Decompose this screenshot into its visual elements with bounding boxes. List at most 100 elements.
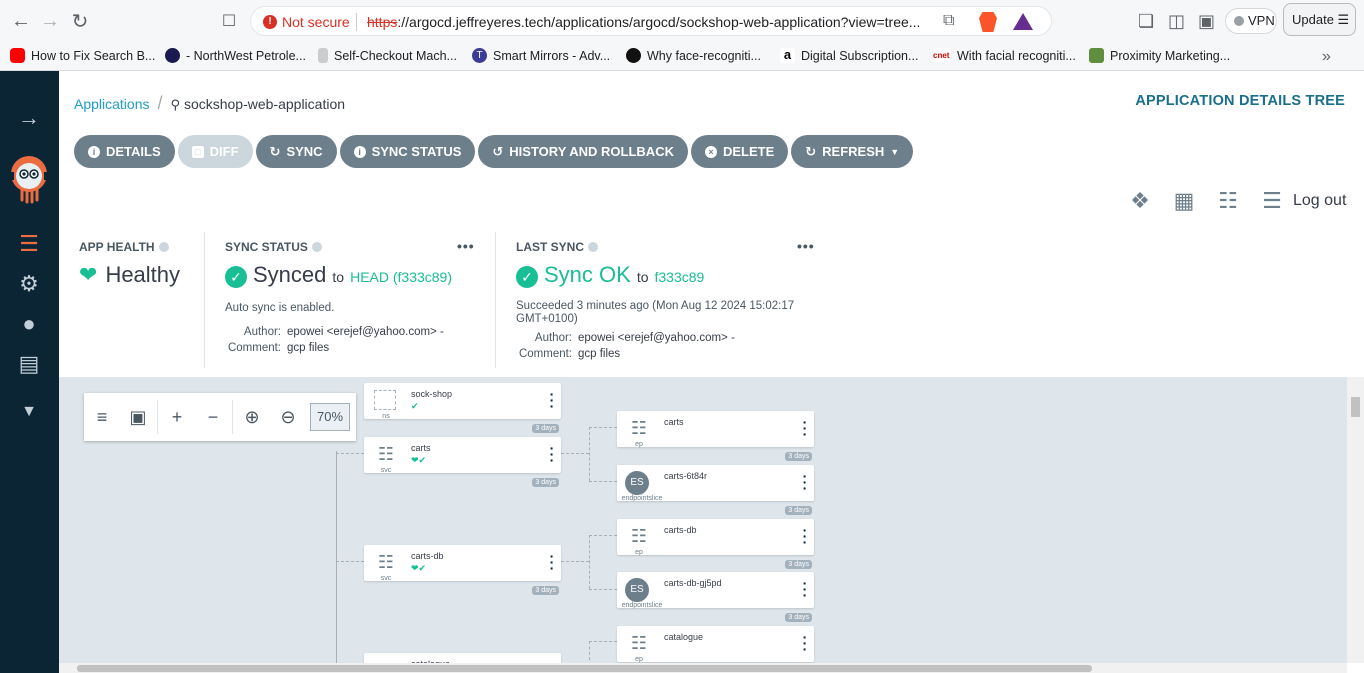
sync-status-button[interactable]: i SYNC STATUS [339, 135, 476, 168]
resource-node-endpointslice[interactable]: ES endpointslice carts-6t84r · · · 3 days [617, 465, 814, 515]
resource-node-namespace[interactable]: ns sock-shop ✔ · · · 3 days [364, 383, 561, 433]
align-icon[interactable]: ≡ [84, 407, 120, 428]
resource-node-endpointslice[interactable]: ES endpointslice carts-db-gj5pd · · · 3 da… [617, 572, 814, 622]
tree-edge [589, 481, 617, 482]
more-options-icon[interactable]: ••• [457, 238, 475, 254]
node-age: 3 days [785, 506, 812, 515]
delete-button[interactable]: × DELETE [690, 135, 789, 168]
bookmark-item[interactable]: a Digital Subscription... [780, 48, 918, 63]
resource-node-service[interactable]: ☷ svc carts-db ❤✔ · · · 3 days [364, 545, 561, 595]
pods-view-icon[interactable]: ▦ [1171, 189, 1197, 213]
bookmark-item[interactable]: Self-Checkout Mach... [318, 48, 457, 63]
bookmark-item[interactable]: Proximity Marketing... [1089, 48, 1230, 63]
url-scheme: https [367, 14, 398, 30]
sidebar-toggle-icon[interactable]: ◫ [1168, 11, 1185, 32]
help-icon[interactable] [588, 242, 599, 252]
collapse-all-icon[interactable]: − [195, 407, 231, 428]
node-menu-icon[interactable]: · · · [549, 441, 555, 467]
url-text[interactable]: https://argocd.jeffreyeres.tech/applicat… [367, 14, 932, 30]
scrollbar-thumb[interactable] [77, 665, 1092, 672]
zoom-level-display[interactable]: 70% [310, 403, 350, 431]
more-bookmarks-icon[interactable]: » [1322, 48, 1331, 66]
succeeded-text: Succeeded 3 minutes ago (Mon Aug 12 2024… [516, 300, 795, 325]
brave-rewards-icon[interactable] [1013, 13, 1033, 30]
zoom-out-icon[interactable]: ⊖ [270, 407, 306, 428]
info-icon: i [88, 145, 100, 158]
update-button[interactable]: Update ☰ [1283, 3, 1356, 36]
comment-value: gcp files [578, 348, 621, 360]
resource-node-endpoint[interactable]: ☷ ep carts · · · 3 days [617, 411, 814, 461]
author-value: epowei <erejef@yahoo.com> - [578, 332, 735, 344]
node-menu-icon[interactable]: · · · [549, 549, 555, 575]
bookmark-icon[interactable]: ☐ [217, 9, 241, 33]
filter-icon[interactable]: ▼ [16, 399, 42, 425]
reload-icon[interactable]: ↻ [68, 9, 92, 33]
logout-link[interactable]: Log out [1293, 192, 1346, 210]
zoom-in-icon[interactable]: ⊕ [234, 407, 270, 428]
panel-divider [495, 232, 496, 368]
heart-icon: ❤ [79, 262, 98, 287]
diff-button[interactable]: □ DIFF [177, 135, 253, 168]
help-icon[interactable] [311, 242, 322, 252]
node-menu-icon[interactable]: · · · [802, 576, 808, 602]
docs-icon[interactable]: ▤ [16, 351, 42, 377]
extensions-icon[interactable]: ❏ [1138, 11, 1154, 32]
resource-node-service[interactable]: ☷ catalogue [364, 653, 561, 663]
node-menu-icon[interactable]: · · · [802, 469, 808, 495]
app-health-panel: APP HEALTH ❤ Healthy [79, 240, 180, 288]
details-button[interactable]: i DETAILS [74, 135, 175, 168]
vertical-scrollbar[interactable] [1347, 377, 1364, 663]
fit-screen-icon[interactable]: ▣ [120, 407, 156, 428]
resource-node-service[interactable]: ☷ svc carts ❤✔ · · · 3 days [364, 437, 561, 487]
node-menu-icon[interactable]: · · · [549, 387, 555, 413]
resource-tree-graph[interactable]: ≡ ▣ + − ⊕ ⊖ 70% ns sock-shop ✔ · · · 3 day… [59, 377, 1347, 663]
shopify-icon [1089, 48, 1104, 63]
bookmark-item[interactable]: Why face-recogniti... [626, 48, 761, 63]
vpn-button[interactable]: VPN [1225, 8, 1277, 34]
node-menu-icon[interactable]: · · · [802, 523, 808, 549]
network-view-icon[interactable]: ☷ [1215, 189, 1241, 213]
bookmark-item[interactable]: - NorthWest Petrole... [165, 48, 306, 63]
history-rollback-button[interactable]: ↺ HISTORY AND ROLLBACK [478, 135, 688, 168]
sync-button[interactable]: ↻ SYNC [255, 135, 337, 168]
breadcrumb-current[interactable]: sockshop-web-application [184, 96, 345, 112]
expand-sidebar-icon[interactable]: → [16, 105, 42, 131]
user-icon[interactable]: ● [16, 311, 42, 337]
horizontal-scrollbar[interactable] [59, 663, 1347, 673]
node-age: 3 days [532, 478, 559, 487]
node-menu-icon[interactable]: · · · [802, 630, 808, 656]
brave-shield-icon[interactable] [979, 12, 997, 32]
revision-link[interactable]: f333c89 [655, 269, 705, 285]
bookmark-item[interactable]: T Smart Mirrors - Adv... [472, 48, 610, 63]
refresh-button[interactable]: ↻ REFRESH ▼ [791, 135, 914, 168]
service-icon: ☷ [377, 552, 395, 572]
wallet-icon[interactable]: ▣ [1198, 11, 1215, 32]
list-view-icon[interactable]: ☰ [1259, 189, 1285, 213]
bookmark-item[interactable]: How to Fix Search B... [10, 48, 155, 63]
back-icon[interactable]: ← [9, 9, 33, 33]
bookmark-item[interactable]: cnet With facial recogniti... [933, 48, 1076, 63]
app-health-title: APP HEALTH [79, 240, 155, 254]
revision-link[interactable]: HEAD (f333c89) [350, 269, 452, 285]
more-options-icon[interactable]: ••• [797, 238, 815, 254]
resource-node-endpoint[interactable]: ☷ ep catalogue · · · [617, 626, 814, 663]
forward-icon[interactable]: → [38, 9, 62, 33]
bookmark-label: Why face-recogniti... [647, 48, 761, 63]
scrollbar-thumb[interactable] [1351, 397, 1360, 417]
last-sync-label: LAST SYNC [516, 240, 806, 254]
settings-icon[interactable]: ⚙ [16, 271, 42, 297]
resource-node-endpoint[interactable]: ☷ ep carts-db · · · 3 days [617, 519, 814, 569]
app-health-label: APP HEALTH [79, 240, 180, 254]
breadcrumb-applications-link[interactable]: Applications [74, 96, 150, 112]
applications-icon[interactable]: ☰ [16, 231, 42, 257]
to-text: to [636, 269, 649, 285]
expand-all-icon[interactable]: + [159, 407, 195, 428]
node-menu-icon[interactable]: · · · [802, 415, 808, 441]
address-bar[interactable]: ! Not secure https://argocd.jeffreyeres.… [250, 6, 1052, 36]
share-icon[interactable]: ⧉ [943, 12, 954, 30]
tree-view-icon[interactable]: ❖ [1127, 189, 1153, 213]
endpoint-icon: ☷ [630, 418, 648, 438]
site-icon [626, 48, 641, 63]
help-icon[interactable] [158, 242, 169, 252]
not-secure-label[interactable]: Not secure [282, 14, 350, 30]
